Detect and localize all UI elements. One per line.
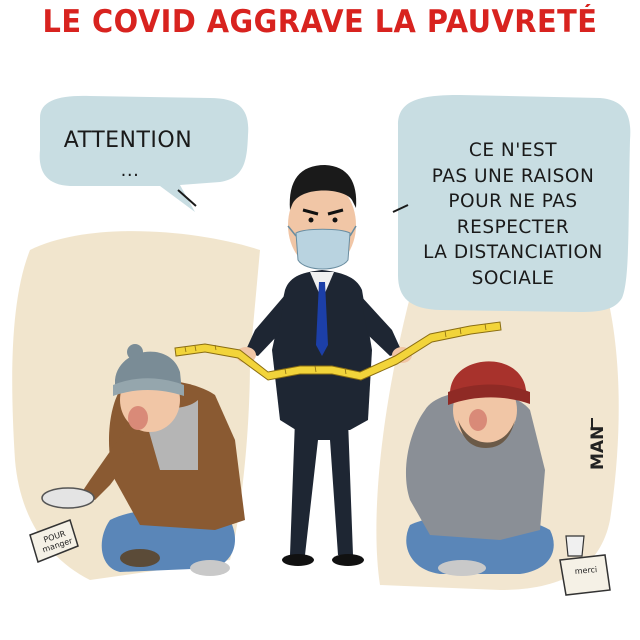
cartoon-illustration [12,95,631,596]
speech-text-left: ATTENTION [63,128,193,153]
speech-line: LA DISTANCIATION [423,242,603,263]
speech-text-right: CE N'EST PAS UNE RAISON POUR NE PAS RESP… [400,138,626,291]
right-person-shoe [438,560,486,576]
left-person-shoe [120,549,160,567]
man-eye-left [308,217,314,223]
left-person-nose [128,406,148,430]
speech-line: CE N'EST [468,140,558,161]
speech-line: PAS UNE RAISON [431,165,595,187]
left-person-beanie-pom [127,344,143,360]
man-shoe-right [332,554,364,566]
cartoon-title: LE COVID AGGRAVE LA PAUVRETÉ [42,4,598,40]
man-legs [290,420,353,555]
man-shoe-left [282,554,314,566]
speech-line: SOCIALE [471,267,555,289]
speech-text-left-dots: ... [120,160,140,181]
speech-line: RESPECTER [456,216,570,238]
cartoon-canvas: LE COVID AGGRAVE LA PAUVRETÉ ATTENTION .… [0,0,640,640]
man-eye-right [332,217,338,223]
artist-signature: MAN [588,425,608,470]
left-person-plate [41,487,95,509]
speech-line: POUR NE PAS [448,191,578,212]
speech-bubble-left [39,95,249,212]
man-mask [295,228,351,270]
right-person-nose [469,409,487,431]
right-person-cup [565,535,585,557]
left-person-shoe-2 [190,560,230,576]
